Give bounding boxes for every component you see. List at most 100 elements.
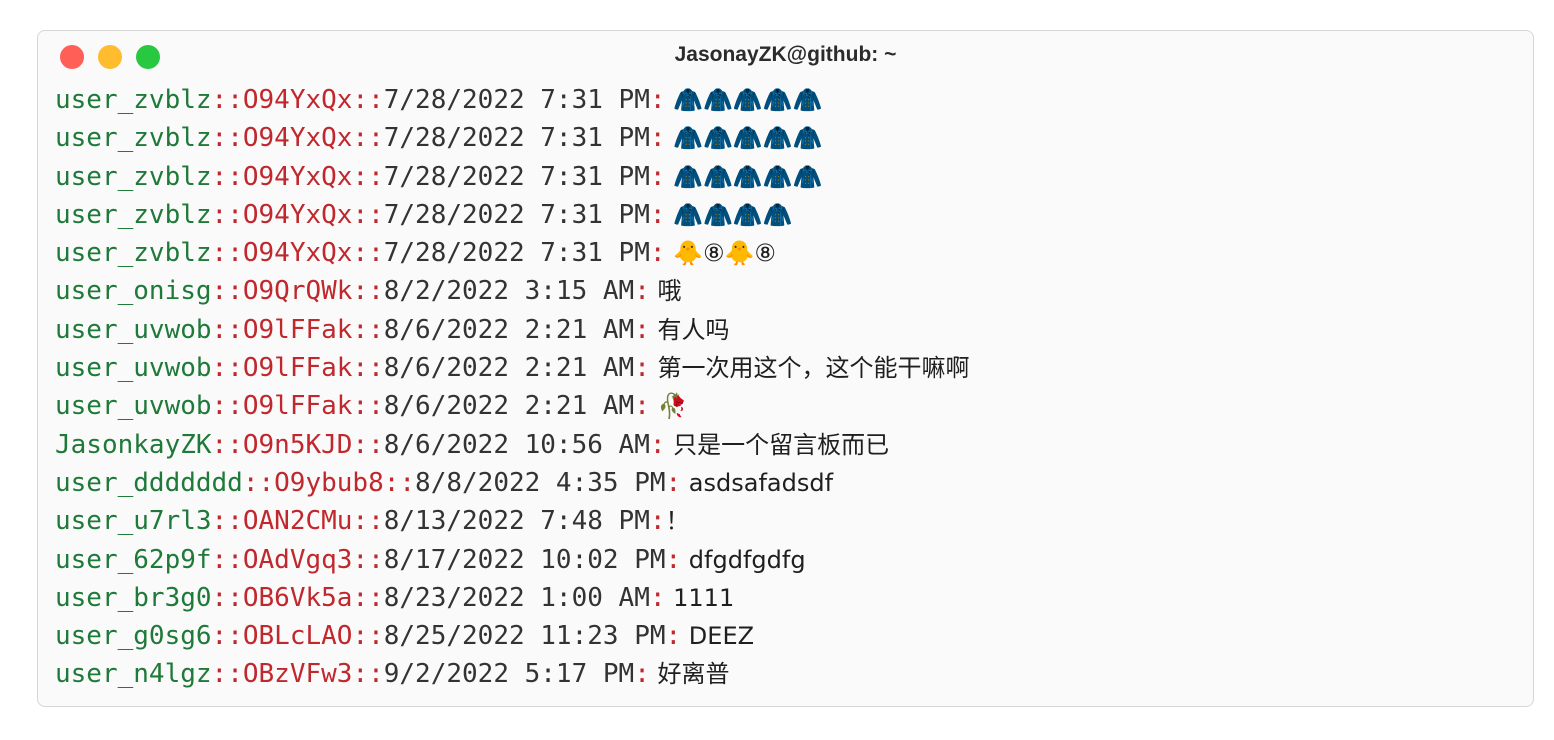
message-id: OB6Vk5a: [242, 582, 353, 613]
separator: ::: [211, 85, 243, 115]
message-username: user_ddddddd: [55, 467, 243, 498]
message-timestamp: 7/28/2022 7:31 PM: [383, 238, 650, 269]
separator: ::: [352, 161, 384, 192]
message-timestamp: 7/28/2022 7:31 PM: [383, 161, 650, 192]
separator: ::: [211, 429, 243, 460]
message-id: O9lFFak: [242, 391, 353, 422]
message-line: user_u7rl3::OAN2CMu::8/13/2022 7:48 PM:！: [55, 502, 1523, 540]
message-username: JasonkayZK: [55, 429, 212, 460]
message-text: 好离普: [649, 660, 730, 689]
colon-separator: :: [634, 391, 650, 422]
message-timestamp: 8/2/2022 3:15 AM: [383, 276, 635, 307]
message-line: user_zvblz::O94YxQx::7/28/2022 7:31 PM: …: [55, 196, 1523, 234]
separator: ::: [211, 161, 243, 192]
separator: ::: [211, 353, 243, 384]
message-timestamp: 7/28/2022 7:31 PM: [383, 85, 650, 115]
message-text: 1111: [665, 583, 735, 612]
message-text: ！: [665, 507, 690, 536]
message-timestamp: 8/6/2022 2:21 AM: [383, 314, 635, 345]
message-id: O9ybub8: [274, 467, 384, 498]
message-username: user_uvwob: [55, 391, 212, 422]
message-id: OAdVgq3: [242, 544, 353, 575]
message-text: 第一次用这个，这个能干嘛啊: [649, 354, 970, 383]
colon-separator: :: [634, 276, 650, 307]
message-timestamp: 9/2/2022 5:17 PM: [383, 659, 635, 690]
message-username: user_n4lgz: [55, 659, 212, 690]
message-timestamp: 8/23/2022 1:00 AM: [383, 582, 650, 613]
colon-separator: :: [634, 353, 650, 384]
message-id: O94YxQx: [242, 199, 353, 230]
message-username: user_g0sg6: [55, 621, 212, 652]
separator: ::: [352, 391, 384, 422]
message-line: user_n4lgz::OBzVFw3::9/2/2022 5:17 PM: 好…: [55, 655, 1523, 693]
message-text: 🥀: [649, 392, 688, 421]
message-timestamp: 8/6/2022 2:21 AM: [383, 353, 635, 384]
message-text: 哦: [649, 277, 682, 306]
message-id: O94YxQx: [242, 238, 353, 269]
message-username: user_uvwob: [55, 353, 212, 384]
separator: ::: [211, 199, 243, 230]
message-text: 🧥🧥🧥🧥🧥: [665, 86, 823, 114]
message-username: user_62p9f: [55, 544, 212, 575]
colon-separator: :: [649, 506, 666, 537]
separator: ::: [383, 467, 416, 498]
separator: ::: [352, 314, 384, 345]
message-text: DEEZ: [681, 622, 755, 651]
message-timestamp: 8/6/2022 2:21 AM: [383, 391, 635, 422]
message-username: user_onisg: [55, 276, 212, 307]
colon-separator: :: [665, 467, 682, 498]
message-timestamp: 8/8/2022 4:35 PM: [415, 467, 666, 498]
message-id: O9lFFak: [242, 314, 353, 345]
message-text: asdsafadsdf: [681, 468, 834, 497]
message-timestamp: 8/25/2022 11:23 PM: [383, 621, 666, 652]
message-timestamp: 8/6/2022 10:56 AM: [383, 429, 650, 460]
message-text: 只是一个留言板而已: [665, 430, 890, 459]
message-id: O9QrQWk: [242, 276, 353, 307]
message-text: 有人吗: [649, 315, 730, 344]
message-line: user_uvwob::O9lFFak::8/6/2022 2:21 AM: 第…: [55, 349, 1523, 387]
message-line: JasonkayZK::O9n5KJD::8/6/2022 10:56 AM: …: [55, 426, 1523, 464]
message-id: O94YxQx: [242, 161, 353, 192]
separator: ::: [211, 582, 243, 613]
message-id: OAN2CMu: [242, 506, 353, 537]
colon-separator: :: [649, 429, 666, 460]
separator: ::: [211, 659, 243, 690]
message-text: dfgdfgdfg: [681, 545, 806, 574]
message-log: user_zvblz::O94YxQx::7/28/2022 7:31 PM: …: [55, 81, 1523, 694]
message-username: user_br3g0: [55, 582, 212, 613]
message-username: user_u7rl3: [55, 506, 212, 537]
colon-separator: :: [649, 238, 666, 269]
message-id: OBzVFw3: [242, 659, 353, 690]
message-line: user_br3g0::OB6Vk5a::8/23/2022 1:00 AM: …: [55, 579, 1523, 617]
separator: ::: [211, 123, 243, 154]
message-text: 🐥⑧🐥⑧: [665, 239, 776, 268]
separator: ::: [352, 123, 384, 154]
separator: ::: [352, 544, 384, 575]
separator: ::: [352, 238, 384, 269]
separator: ::: [352, 582, 384, 613]
message-line: user_onisg::O9QrQWk::8/2/2022 3:15 AM: 哦: [55, 272, 1523, 310]
title-bar: JasonayZK@github: ~: [38, 31, 1533, 81]
message-id: O9n5KJD: [242, 429, 353, 460]
separator: ::: [352, 506, 384, 537]
message-id: O94YxQx: [242, 123, 353, 154]
message-username: user_zvblz: [55, 238, 212, 269]
message-timestamp: 8/13/2022 7:48 PM: [383, 506, 650, 537]
colon-separator: :: [649, 85, 666, 115]
message-text: 🧥🧥🧥🧥🧥: [665, 162, 823, 191]
message-line: user_uvwob::O9lFFak::8/6/2022 2:21 AM: 🥀: [55, 387, 1523, 425]
separator: ::: [211, 314, 243, 345]
separator: ::: [211, 238, 243, 269]
message-line: user_uvwob::O9lFFak::8/6/2022 2:21 AM: 有…: [55, 311, 1523, 349]
colon-separator: :: [649, 199, 666, 230]
window-title: JasonayZK@github: ~: [674, 43, 897, 66]
separator: ::: [211, 506, 243, 537]
message-timestamp: 7/28/2022 7:31 PM: [383, 123, 650, 154]
message-username: user_zvblz: [55, 199, 212, 230]
terminal-window: JasonayZK@github: ~ user_zvblz::O94YxQx:…: [37, 30, 1534, 707]
separator: ::: [352, 353, 384, 384]
message-line: user_zvblz::O94YxQx::7/28/2022 7:31 PM: …: [55, 81, 1523, 119]
colon-separator: :: [665, 621, 682, 652]
message-line: user_62p9f::OAdVgq3::8/17/2022 10:02 PM:…: [55, 541, 1523, 579]
message-text: 🧥🧥🧥🧥: [665, 200, 793, 229]
